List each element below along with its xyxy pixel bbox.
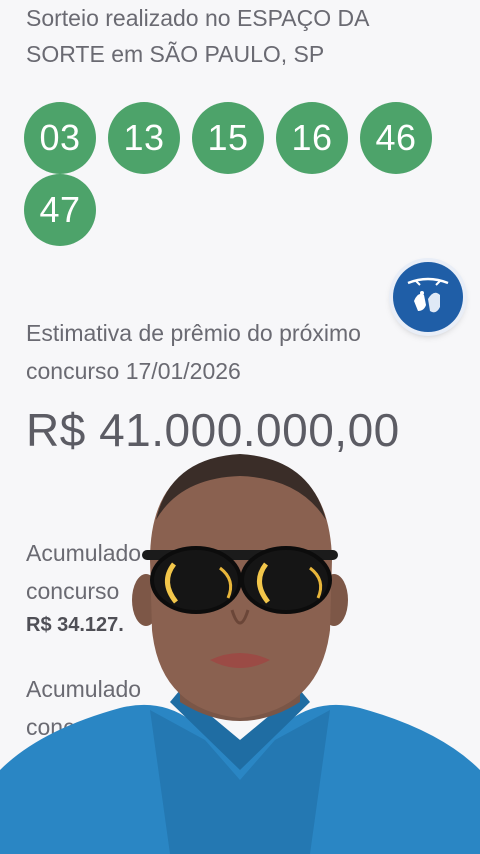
lottery-result-page: Sorteio realizado no ESPAÇO DA SORTE em … (0, 0, 480, 854)
estimate-label-line-1: Estimativa de prêmio do próximo (26, 320, 361, 346)
draw-location-text: Sorteio realizado no ESPAÇO DA SORTE em … (26, 0, 446, 72)
number-ball: 47 (24, 174, 96, 246)
number-ball: 15 (192, 102, 264, 174)
presenter-overlay (0, 454, 480, 854)
next-prize-estimate-label: Estimativa de prêmio do próximo concurso… (26, 314, 446, 390)
draw-location-line-1: Sorteio realizado no ESPAÇO DA (26, 5, 370, 31)
number-ball: 16 (276, 102, 348, 174)
number-ball: 46 (360, 102, 432, 174)
number-ball: 03 (24, 102, 96, 174)
drawn-numbers: 03 13 15 16 46 47 (24, 102, 464, 246)
estimate-label-line-2: concurso 17/01/2026 (26, 358, 241, 384)
draw-location-line-2: SORTE em SÃO PAULO, SP (26, 41, 325, 67)
number-ball: 13 (108, 102, 180, 174)
